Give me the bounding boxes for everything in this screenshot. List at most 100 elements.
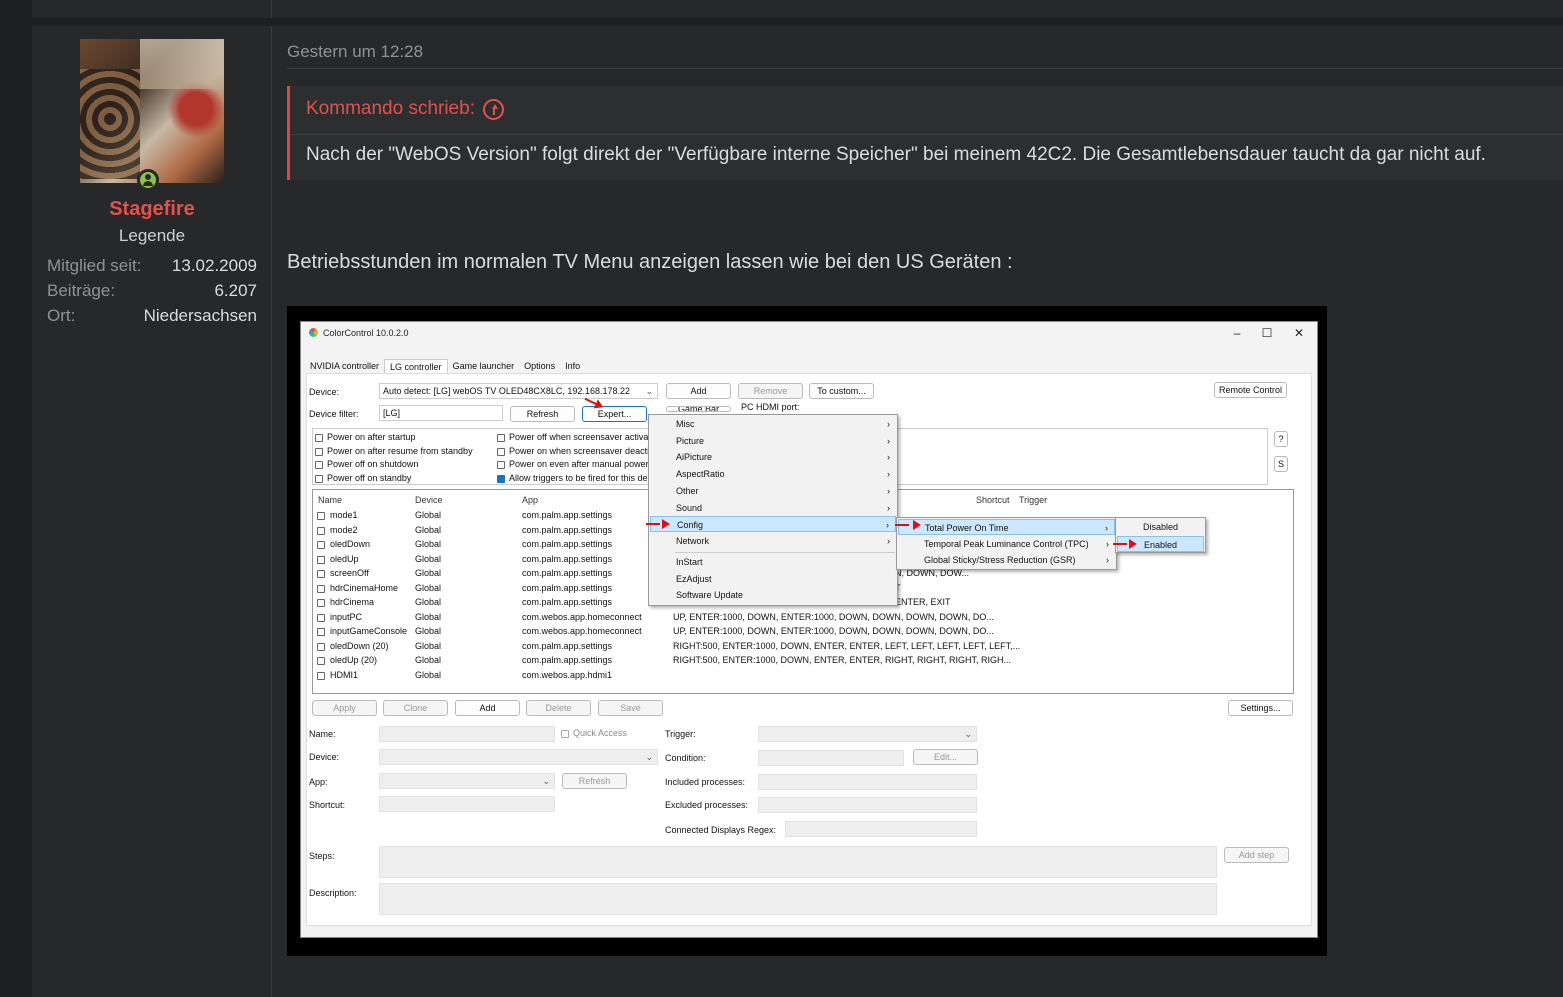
arrow-up-circle-icon[interactable]: [482, 98, 504, 120]
post-date-link[interactable]: Gestern um 12:28: [287, 42, 423, 62]
row-checkbox[interactable]: [317, 584, 325, 593]
menu-item-instart[interactable]: InStart: [650, 554, 896, 570]
apply-button[interactable]: Apply: [312, 700, 377, 716]
menu-item-misc[interactable]: Misc ›: [650, 416, 896, 432]
row-checkbox[interactable]: [317, 642, 325, 651]
checkbox[interactable]: [497, 460, 505, 469]
add-device-button[interactable]: Add: [666, 383, 731, 399]
excluded-processes-input[interactable]: [758, 797, 977, 813]
remote-control-button[interactable]: Remote Control: [1214, 382, 1287, 398]
delete-button[interactable]: Delete: [526, 700, 591, 716]
row-checkbox[interactable]: [317, 613, 325, 622]
table-row[interactable]: oledUp (20) Global com.palm.app.settings RI…: [317, 655, 1011, 669]
submenu-item-1[interactable]: Temporal Peak Luminance Control (TPC) ›: [898, 536, 1115, 552]
username-link[interactable]: Stagefire: [32, 198, 272, 221]
checkbox[interactable]: [315, 460, 323, 469]
condition-input[interactable]: [758, 750, 904, 766]
checkbox[interactable]: [315, 474, 323, 483]
s-button[interactable]: S: [1274, 456, 1288, 472]
refresh-apps-button[interactable]: Refresh: [562, 773, 627, 789]
menu-item-config[interactable]: Config ›: [650, 516, 896, 533]
save-button[interactable]: Save: [598, 700, 663, 716]
tab-game-launcher[interactable]: Game launcher: [448, 359, 520, 374]
col-header-app[interactable]: App: [522, 495, 538, 505]
description-input[interactable]: [379, 883, 1217, 915]
tab-options[interactable]: Options: [519, 359, 560, 374]
table-row[interactable]: inputPC Global com.webos.app.homeconnect UP…: [317, 612, 994, 626]
submenu-item-0[interactable]: Total Power On Time ›: [898, 519, 1115, 535]
menu-item-other[interactable]: Other ›: [650, 483, 896, 499]
row-checkbox[interactable]: [317, 526, 325, 535]
remove-device-button[interactable]: Remove: [738, 383, 803, 399]
table-row[interactable]: HDMI1 Global com.webos.app.hdmi1: [317, 670, 967, 684]
row-checkbox[interactable]: [317, 628, 325, 636]
menu-item-sound[interactable]: Sound ›: [650, 500, 896, 516]
col-header-device[interactable]: Device: [415, 495, 443, 505]
avatar[interactable]: [80, 39, 224, 183]
checkbox[interactable]: [497, 433, 505, 442]
row-checkbox[interactable]: [317, 541, 325, 549]
edit-condition-button[interactable]: Edit...: [913, 749, 978, 765]
included-processes-input[interactable]: [758, 774, 977, 790]
add-step-button[interactable]: Add step: [1224, 847, 1289, 863]
col-header-shortcut[interactable]: Shortcut: [976, 495, 1010, 505]
quote-header[interactable]: Kommando schrieb:: [306, 98, 504, 120]
checkbox-power-off-standby[interactable]: Power off on standby: [315, 473, 411, 483]
device-select[interactable]: Auto detect: [LG] webOS TV OLED48CX8LC, …: [379, 383, 658, 399]
menu-item-aipicture[interactable]: AiPicture ›: [650, 449, 896, 465]
close-icon[interactable]: ✕: [1289, 325, 1309, 341]
settings-button[interactable]: Settings...: [1228, 700, 1293, 716]
menu-item-aspectratio[interactable]: AspectRatio ›: [650, 466, 896, 482]
device-form-select[interactable]: ⌄: [379, 749, 658, 765]
submenu-item-disabled[interactable]: Disabled: [1117, 519, 1204, 535]
clone-button[interactable]: Clone: [383, 700, 448, 716]
menu-item-software-update[interactable]: Software Update: [650, 587, 896, 603]
row-checkbox[interactable]: [317, 657, 325, 665]
attached-screenshot[interactable]: ColorControl 10.0.2.0 – ☐ ✕ NVIDIA contr…: [287, 306, 1327, 956]
checkbox[interactable]: [561, 729, 569, 738]
menu-item-network[interactable]: Network ›: [650, 533, 896, 549]
checkbox-power-on-resume[interactable]: Power on after resume from standby: [315, 446, 473, 456]
shortcut-input[interactable]: [379, 796, 555, 812]
checkbox-screensaver-on[interactable]: Power on when screensaver deactiv: [497, 446, 654, 456]
checkbox[interactable]: [315, 433, 323, 442]
maximize-icon[interactable]: ☐: [1257, 325, 1277, 341]
table-row[interactable]: oledDown (20) Global com.palm.app.settings…: [317, 641, 1020, 655]
menu-item-ezadjust[interactable]: EzAdjust: [650, 571, 896, 587]
tab-info[interactable]: Info: [560, 359, 585, 374]
refresh-button[interactable]: Refresh: [510, 406, 575, 422]
steps-input[interactable]: [379, 846, 1217, 878]
device-filter-input[interactable]: [LG]: [379, 405, 503, 421]
checkbox-power-off-shutdown[interactable]: Power off on shutdown: [315, 459, 418, 469]
name-input[interactable]: [379, 726, 555, 742]
row-checkbox[interactable]: [317, 671, 325, 680]
col-header-trigger[interactable]: Trigger: [1019, 495, 1047, 505]
submenu-item-2[interactable]: Global Sticky/Stress Reduction (GSR) ›: [898, 552, 1115, 568]
col-header-name[interactable]: Name: [318, 495, 342, 505]
add-preset-button[interactable]: Add: [455, 700, 520, 716]
checkbox-checked[interactable]: [497, 474, 505, 483]
minimize-icon[interactable]: –: [1227, 325, 1247, 341]
quick-access-checkbox[interactable]: Quick Access: [561, 728, 627, 738]
game-bar-button[interactable]: Game Bar: [666, 406, 731, 412]
row-checkbox[interactable]: [317, 570, 325, 578]
checkbox-power-on-startup[interactable]: Power on after startup: [315, 432, 416, 442]
table-row[interactable]: inputGameConsole Global com.webos.app.home…: [317, 626, 994, 640]
row-checkbox[interactable]: [317, 512, 325, 520]
tab-nvidia[interactable]: NVIDIA controller: [305, 359, 384, 374]
checkbox[interactable]: [315, 447, 323, 456]
checkbox[interactable]: [497, 447, 505, 456]
row-checkbox[interactable]: [317, 599, 325, 607]
checkbox-allow-triggers[interactable]: Allow triggers to be fired for this de: [497, 473, 648, 483]
to-custom-button[interactable]: To custom...: [809, 383, 874, 399]
checkbox-screensaver-off[interactable]: Power off when screensaver activat: [497, 432, 651, 442]
tab-lg[interactable]: LG controller: [384, 359, 448, 374]
row-checkbox[interactable]: [317, 555, 325, 564]
quote-author[interactable]: Kommando schrieb:: [306, 98, 475, 120]
checkbox-manual-power[interactable]: Power on even after manual power: [497, 459, 649, 469]
trigger-select[interactable]: ⌄: [758, 726, 977, 742]
help-button[interactable]: ?: [1274, 431, 1288, 447]
menu-item-picture[interactable]: Picture ›: [650, 433, 896, 449]
regex-input[interactable]: [785, 821, 977, 837]
app-select[interactable]: ⌄: [379, 773, 555, 789]
